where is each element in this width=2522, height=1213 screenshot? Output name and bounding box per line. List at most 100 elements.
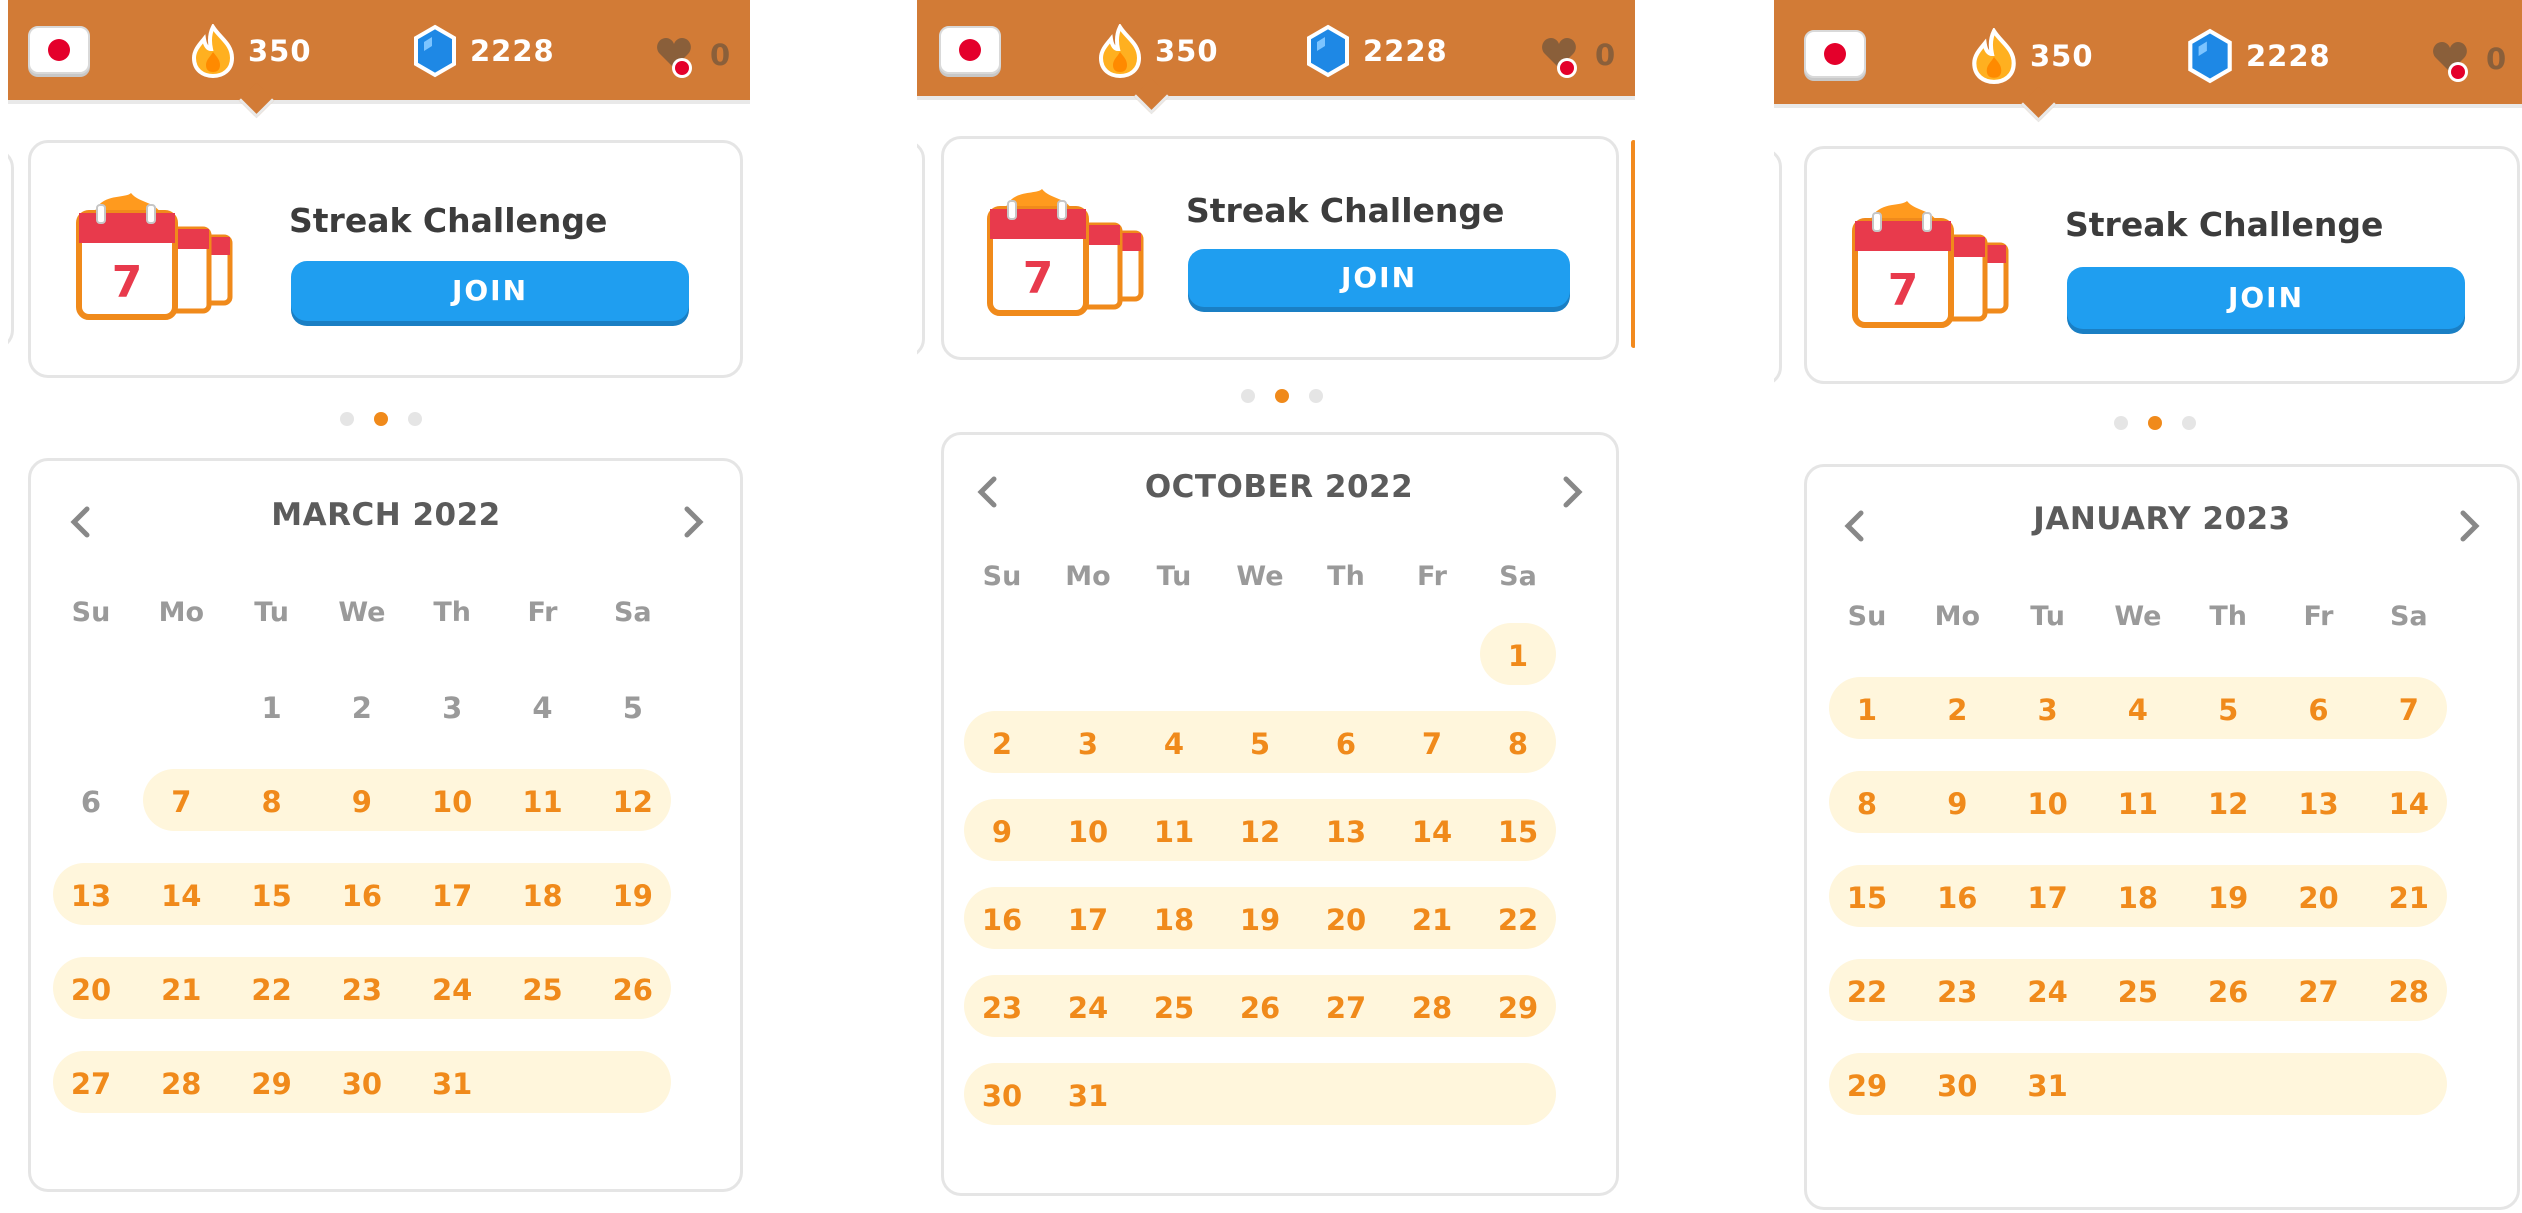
streak-counter[interactable]: 350: [190, 24, 312, 78]
calendar-day-streak[interactable]: 15: [242, 879, 302, 913]
calendar-day[interactable]: 1: [242, 691, 302, 725]
calendar-day-streak[interactable]: 10: [2018, 787, 2078, 821]
join-button[interactable]: JOIN: [2067, 267, 2465, 329]
calendar-day-streak[interactable]: 29: [1488, 991, 1548, 1025]
calendar-day-streak[interactable]: 12: [603, 785, 663, 819]
carousel-dot[interactable]: [2182, 416, 2196, 430]
calendar-day-streak[interactable]: 5: [1230, 727, 1290, 761]
calendar-day-streak[interactable]: 4: [1144, 727, 1204, 761]
chevron-right-icon[interactable]: [2457, 509, 2483, 543]
calendar-day-streak[interactable]: 20: [61, 973, 121, 1007]
calendar-day-streak[interactable]: 21: [1402, 903, 1462, 937]
calendar-day[interactable]: 4: [513, 691, 573, 725]
gems-counter[interactable]: 2228: [1305, 24, 1448, 78]
calendar-day-streak[interactable]: 19: [603, 879, 663, 913]
calendar-day-streak[interactable]: 27: [2289, 975, 2349, 1009]
calendar-day-streak[interactable]: 18: [2108, 881, 2168, 915]
calendar-day-streak[interactable]: 7: [151, 785, 211, 819]
gems-counter[interactable]: 2228: [412, 24, 555, 78]
calendar-day-streak[interactable]: 28: [151, 1067, 211, 1101]
calendar-day-streak[interactable]: 25: [2108, 975, 2168, 1009]
hearts-counter[interactable]: 0: [2430, 34, 2507, 84]
calendar-day-streak[interactable]: 1: [1837, 693, 1897, 727]
calendar-day-streak[interactable]: 6: [2289, 693, 2349, 727]
calendar-day-streak[interactable]: 9: [332, 785, 392, 819]
calendar-day-streak[interactable]: 17: [422, 879, 482, 913]
calendar-day-streak[interactable]: 25: [1144, 991, 1204, 1025]
calendar-day-streak[interactable]: 15: [1488, 815, 1548, 849]
calendar-day-streak[interactable]: 27: [1316, 991, 1376, 1025]
join-button[interactable]: JOIN: [1188, 249, 1570, 307]
calendar-day-streak[interactable]: 7: [2379, 693, 2439, 727]
calendar-day-streak[interactable]: 19: [2198, 881, 2258, 915]
calendar-day-streak[interactable]: 31: [1058, 1079, 1118, 1113]
language-flag-button[interactable]: [939, 26, 1001, 74]
calendar-day-streak[interactable]: 24: [1058, 991, 1118, 1025]
calendar-day-streak[interactable]: 21: [151, 973, 211, 1007]
calendar-day-streak[interactable]: 19: [1230, 903, 1290, 937]
calendar-day-streak[interactable]: 2: [1927, 693, 1987, 727]
calendar-day-streak[interactable]: 31: [2018, 1069, 2078, 1103]
join-button[interactable]: JOIN: [291, 261, 689, 321]
calendar-day-streak[interactable]: 11: [1144, 815, 1204, 849]
chevron-left-icon[interactable]: [67, 505, 93, 539]
chevron-right-icon[interactable]: [681, 505, 707, 539]
calendar-day-streak[interactable]: 28: [1402, 991, 1462, 1025]
carousel-dot-active[interactable]: [2148, 416, 2162, 430]
calendar-day-streak[interactable]: 7: [1402, 727, 1462, 761]
calendar-day[interactable]: 5: [603, 691, 663, 725]
calendar-day-streak[interactable]: 1: [1488, 639, 1548, 673]
streak-counter[interactable]: 350: [1970, 28, 2094, 84]
calendar-day-streak[interactable]: 23: [1927, 975, 1987, 1009]
calendar-day-streak[interactable]: 31: [422, 1067, 482, 1101]
carousel-dot-active[interactable]: [374, 412, 388, 426]
calendar-day[interactable]: 6: [61, 785, 121, 819]
calendar-day-streak[interactable]: 12: [1230, 815, 1290, 849]
calendar-day-streak[interactable]: 30: [332, 1067, 392, 1101]
calendar-day-streak[interactable]: 14: [1402, 815, 1462, 849]
calendar-day-streak[interactable]: 16: [332, 879, 392, 913]
calendar-day-streak[interactable]: 30: [972, 1079, 1032, 1113]
calendar-day-streak[interactable]: 13: [2289, 787, 2349, 821]
calendar-day-streak[interactable]: 3: [2018, 693, 2078, 727]
calendar-day-streak[interactable]: 24: [422, 973, 482, 1007]
language-flag-button[interactable]: [28, 26, 90, 74]
calendar-day-streak[interactable]: 21: [2379, 881, 2439, 915]
calendar-day-streak[interactable]: 22: [242, 973, 302, 1007]
calendar-day-streak[interactable]: 22: [1488, 903, 1548, 937]
calendar-day-streak[interactable]: 10: [422, 785, 482, 819]
calendar-day[interactable]: 3: [422, 691, 482, 725]
calendar-day-streak[interactable]: 26: [603, 973, 663, 1007]
calendar-day-streak[interactable]: 5: [2198, 693, 2258, 727]
calendar-day-streak[interactable]: 18: [1144, 903, 1204, 937]
chevron-left-icon[interactable]: [1841, 509, 1867, 543]
hearts-counter[interactable]: 0: [654, 30, 731, 80]
carousel-dot[interactable]: [340, 412, 354, 426]
calendar-day-streak[interactable]: 11: [513, 785, 573, 819]
streak-counter[interactable]: 350: [1097, 24, 1219, 78]
hearts-counter[interactable]: 0: [1539, 30, 1616, 80]
calendar-day-streak[interactable]: 25: [513, 973, 573, 1007]
calendar-day-streak[interactable]: 29: [1837, 1069, 1897, 1103]
carousel-dot[interactable]: [1309, 389, 1323, 403]
calendar-day-streak[interactable]: 14: [2379, 787, 2439, 821]
calendar-day-streak[interactable]: 16: [1927, 881, 1987, 915]
calendar-day-streak[interactable]: 13: [1316, 815, 1376, 849]
calendar-day-streak[interactable]: 27: [61, 1067, 121, 1101]
calendar-day-streak[interactable]: 9: [1927, 787, 1987, 821]
calendar-day-streak[interactable]: 28: [2379, 975, 2439, 1009]
calendar-day-streak[interactable]: 2: [972, 727, 1032, 761]
language-flag-button[interactable]: [1804, 30, 1866, 78]
calendar-day-streak[interactable]: 20: [1316, 903, 1376, 937]
carousel-dot[interactable]: [2114, 416, 2128, 430]
calendar-day-streak[interactable]: 18: [513, 879, 573, 913]
calendar-day-streak[interactable]: 8: [1488, 727, 1548, 761]
calendar-day-streak[interactable]: 20: [2289, 881, 2349, 915]
calendar-day-streak[interactable]: 23: [332, 973, 392, 1007]
calendar-day-streak[interactable]: 26: [2198, 975, 2258, 1009]
calendar-day-streak[interactable]: 14: [151, 879, 211, 913]
gems-counter[interactable]: 2228: [2186, 28, 2331, 84]
carousel-dot-active[interactable]: [1275, 389, 1289, 403]
chevron-left-icon[interactable]: [974, 475, 1000, 509]
calendar-day-streak[interactable]: 29: [242, 1067, 302, 1101]
